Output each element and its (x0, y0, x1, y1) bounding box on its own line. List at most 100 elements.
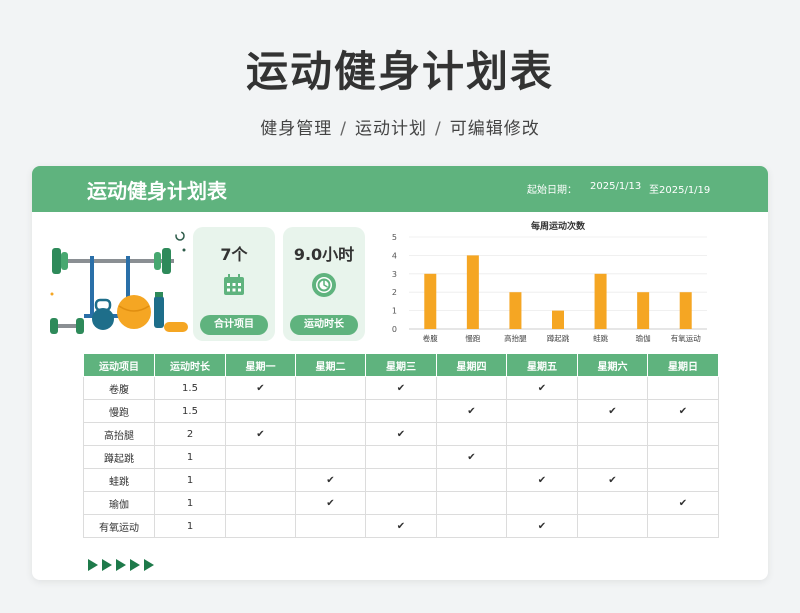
exercise-name-cell: 蛙跳 (83, 468, 155, 492)
subtitle-item: 可编辑修改 (449, 119, 540, 139)
day-cell[interactable] (647, 514, 719, 538)
day-cell[interactable] (647, 422, 719, 446)
table-row: 瑜伽 1 ✔ ✔ (83, 491, 719, 515)
x-tick-label: 慢跑 (465, 333, 480, 343)
day-cell[interactable] (506, 422, 578, 446)
day-cell[interactable]: ✔ (577, 399, 648, 423)
day-cell[interactable]: ✔ (365, 422, 437, 446)
page-subtitle: 健身管理 / 运动计划 / 可编辑修改 (0, 114, 800, 139)
day-cell[interactable] (647, 468, 719, 492)
timer-icon (312, 273, 336, 297)
fitness-equipment-illustration (50, 231, 188, 334)
day-cell[interactable] (506, 445, 578, 469)
day-cell[interactable]: ✔ (365, 514, 437, 538)
table-row: 慢跑 1.5 ✔ ✔ ✔ (83, 399, 719, 423)
table-row: 卷腹 1.5 ✔ ✔ ✔ (83, 376, 719, 400)
subtitle-separator: / (340, 119, 347, 139)
duration-cell: 1.5 (154, 376, 226, 400)
day-cell[interactable]: ✔ (436, 399, 507, 423)
day-cell[interactable] (577, 491, 648, 515)
day-cell[interactable] (295, 376, 366, 400)
day-cell[interactable] (365, 468, 437, 492)
day-cell[interactable] (365, 491, 437, 515)
page-title: 运动健身计划表 (245, 47, 554, 96)
day-cell[interactable] (577, 445, 648, 469)
day-cell[interactable]: ✔ (577, 468, 648, 492)
x-tick-label: 蹲起跳 (547, 333, 570, 343)
day-cell[interactable] (365, 399, 437, 423)
exercise-name-cell: 高抬腿 (83, 422, 155, 446)
check-mark: ✔ (256, 382, 265, 394)
day-cell[interactable] (506, 399, 578, 423)
x-tick-label: 高抬腿 (504, 333, 527, 343)
day-cell[interactable] (365, 445, 437, 469)
column-header: 星期日 (647, 353, 719, 377)
table-body: 卷腹 1.5 ✔ ✔ ✔ 慢跑 1.5 ✔ ✔ ✔ 高抬腿 2 ✔ ✔ 蹲起跳 1 ✔ 蛙跳 1 ✔ ✔ ✔ 瑜伽 1 ✔ ✔ 有氧… (83, 376, 719, 538)
day-cell[interactable] (647, 445, 719, 469)
banner-title: 运动健身计划表 (87, 179, 227, 203)
day-cell[interactable]: ✔ (295, 468, 366, 492)
check-mark: ✔ (537, 520, 547, 532)
day-cell[interactable] (577, 376, 648, 400)
day-cell[interactable] (506, 491, 578, 515)
day-cell[interactable]: ✔ (506, 376, 578, 400)
day-cell[interactable]: ✔ (225, 376, 296, 400)
stat-card-duration: 9.0小时 运动时长 (283, 227, 365, 341)
y-tick-label: 1 (392, 307, 397, 316)
stat-label-pill: 运动时长 (290, 315, 358, 335)
day-cell[interactable] (225, 491, 296, 515)
day-cell[interactable] (436, 514, 507, 538)
day-cell[interactable] (647, 376, 719, 400)
day-cell[interactable] (436, 422, 507, 446)
day-cell[interactable]: ✔ (647, 491, 719, 515)
subtitle-item: 运动计划 (355, 119, 427, 139)
day-cell[interactable] (225, 468, 296, 492)
check-mark: ✔ (396, 520, 406, 532)
day-cell[interactable]: ✔ (506, 468, 578, 492)
day-cell[interactable] (577, 514, 648, 538)
y-tick-label: 3 (392, 270, 397, 279)
day-cell[interactable] (225, 514, 296, 538)
check-mark: ✔ (678, 405, 688, 417)
check-mark: ✔ (467, 405, 476, 417)
chart-bar (594, 273, 607, 329)
day-cell[interactable] (295, 422, 366, 446)
subtitle-item: 健身管理 (260, 119, 333, 139)
day-cell[interactable] (295, 399, 366, 423)
chart-bar (466, 255, 479, 329)
column-header: 星期五 (506, 353, 578, 377)
day-cell[interactable]: ✔ (225, 422, 296, 446)
day-cell[interactable] (295, 445, 366, 469)
check-mark: ✔ (608, 405, 617, 417)
y-tick-label: 2 (392, 288, 397, 297)
chart-title: 每周运动次数 (531, 220, 586, 232)
day-cell[interactable] (295, 514, 366, 538)
day-cell[interactable] (436, 376, 507, 400)
exercise-name-cell: 瑜伽 (83, 491, 155, 515)
chart-bar (637, 292, 650, 329)
day-cell[interactable]: ✔ (647, 399, 719, 423)
day-cell[interactable]: ✔ (436, 445, 507, 469)
check-mark: ✔ (537, 382, 547, 394)
check-mark: ✔ (396, 428, 406, 440)
day-cell[interactable] (577, 422, 648, 446)
x-tick-label: 有氧运动 (671, 333, 701, 343)
x-tick-label: 蛙跳 (593, 333, 608, 343)
table-row: 高抬腿 2 ✔ ✔ (83, 422, 719, 446)
table-header-row: 运动项目 运动时长 星期一 星期二 星期三 星期四 星期五 星期六 星期日 (83, 353, 719, 377)
column-header: 运动时长 (154, 353, 226, 377)
column-header: 运动项目 (83, 353, 155, 377)
day-cell[interactable]: ✔ (365, 376, 437, 400)
duration-cell: 1 (154, 491, 226, 515)
check-mark: ✔ (608, 474, 617, 486)
check-mark: ✔ (678, 497, 688, 509)
check-mark: ✔ (326, 474, 335, 486)
day-cell[interactable] (436, 468, 507, 492)
day-cell[interactable]: ✔ (506, 514, 578, 538)
check-mark: ✔ (537, 474, 547, 486)
day-cell[interactable] (225, 399, 296, 423)
day-cell[interactable] (225, 445, 296, 469)
day-cell[interactable] (436, 491, 507, 515)
check-mark: ✔ (396, 382, 406, 394)
day-cell[interactable]: ✔ (295, 491, 366, 515)
